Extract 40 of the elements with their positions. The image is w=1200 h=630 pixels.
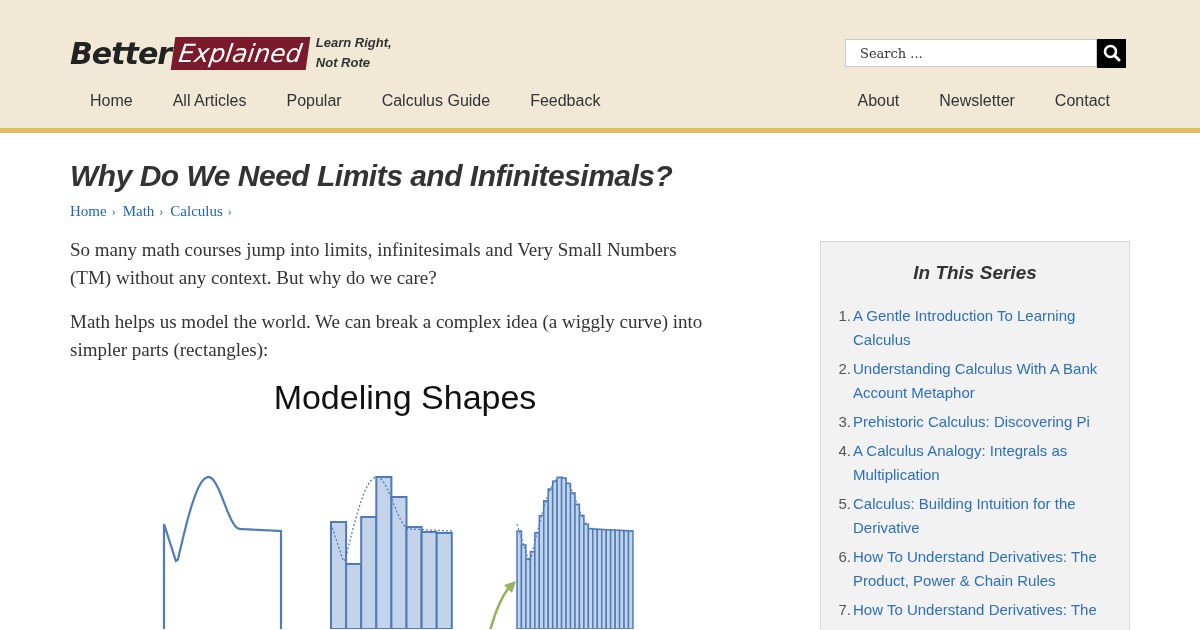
arrow-drawing bbox=[488, 581, 516, 629]
nav-link[interactable]: Contact bbox=[1034, 80, 1130, 122]
list-number: 6. bbox=[837, 547, 851, 567]
series-link[interactable]: A Calculus Analogy: Integrals as Multiplication bbox=[853, 439, 1099, 487]
breadcrumb-link[interactable]: Calculus bbox=[170, 203, 223, 220]
nav-link[interactable]: Newsletter bbox=[919, 80, 1035, 122]
paragraph: So many math courses jump into limits, infinitesimals and Very Small Numbers (TM) without any context. But why do we care? bbox=[70, 238, 678, 290]
series-link[interactable]: Calculus: Building Intuition for the Derivative bbox=[853, 492, 1099, 540]
search-field[interactable]: Search ... bbox=[845, 39, 1097, 67]
list-number: 5. bbox=[837, 494, 851, 514]
nav-link[interactable]: Feedback bbox=[510, 80, 621, 122]
list-number: 2. bbox=[837, 359, 851, 379]
paragraph: Math helps us model the world. We can break a complex idea (a wiggly curve) into simpler parts (rectangles): bbox=[70, 310, 704, 362]
series-link[interactable]: How To Understand Derivatives: The Product, Power & Chain Rules bbox=[853, 545, 1099, 593]
nav-link[interactable]: All Articles bbox=[152, 80, 267, 122]
breadcrumb-separator: › bbox=[227, 204, 232, 219]
nav-link[interactable]: Popular bbox=[266, 80, 362, 122]
breadcrumb-separator: › bbox=[111, 204, 116, 219]
figure-title: Modeling Shapes bbox=[272, 378, 538, 417]
series-link[interactable]: How To Understand Derivatives: The bbox=[853, 598, 1097, 622]
list-number: 7. bbox=[837, 600, 851, 620]
list-number: 1. bbox=[837, 306, 851, 326]
list-number: 4. bbox=[837, 441, 851, 461]
logo-text[interactable]: Better bbox=[70, 35, 172, 71]
nav-link[interactable]: Calculus Guide bbox=[361, 80, 511, 122]
series-link[interactable]: Understanding Calculus With A Bank Account Metaphor bbox=[853, 357, 1099, 405]
breadcrumb-link[interactable]: Home bbox=[70, 203, 107, 220]
nav-link[interactable]: About bbox=[837, 80, 920, 122]
breadcrumb-separator: › bbox=[159, 204, 164, 219]
search-button[interactable] bbox=[1097, 38, 1126, 68]
search-icon bbox=[1102, 44, 1121, 62]
series-title: In This Series bbox=[912, 262, 1038, 284]
breadcrumb-link[interactable]: Math bbox=[122, 203, 155, 220]
list-number: 3. bbox=[837, 412, 851, 432]
nav-link[interactable]: Home bbox=[70, 80, 153, 122]
tagline: Learn Right, bbox=[315, 34, 392, 52]
tagline: Not Rote bbox=[315, 54, 371, 72]
series-link[interactable]: Prehistoric Calculus: Discovering Pi bbox=[853, 410, 1090, 434]
article-title: Why Do We Need Limits and Infinitesimals? bbox=[70, 159, 674, 193]
series-link[interactable]: A Gentle Introduction To Learning Calculus bbox=[853, 304, 1099, 352]
